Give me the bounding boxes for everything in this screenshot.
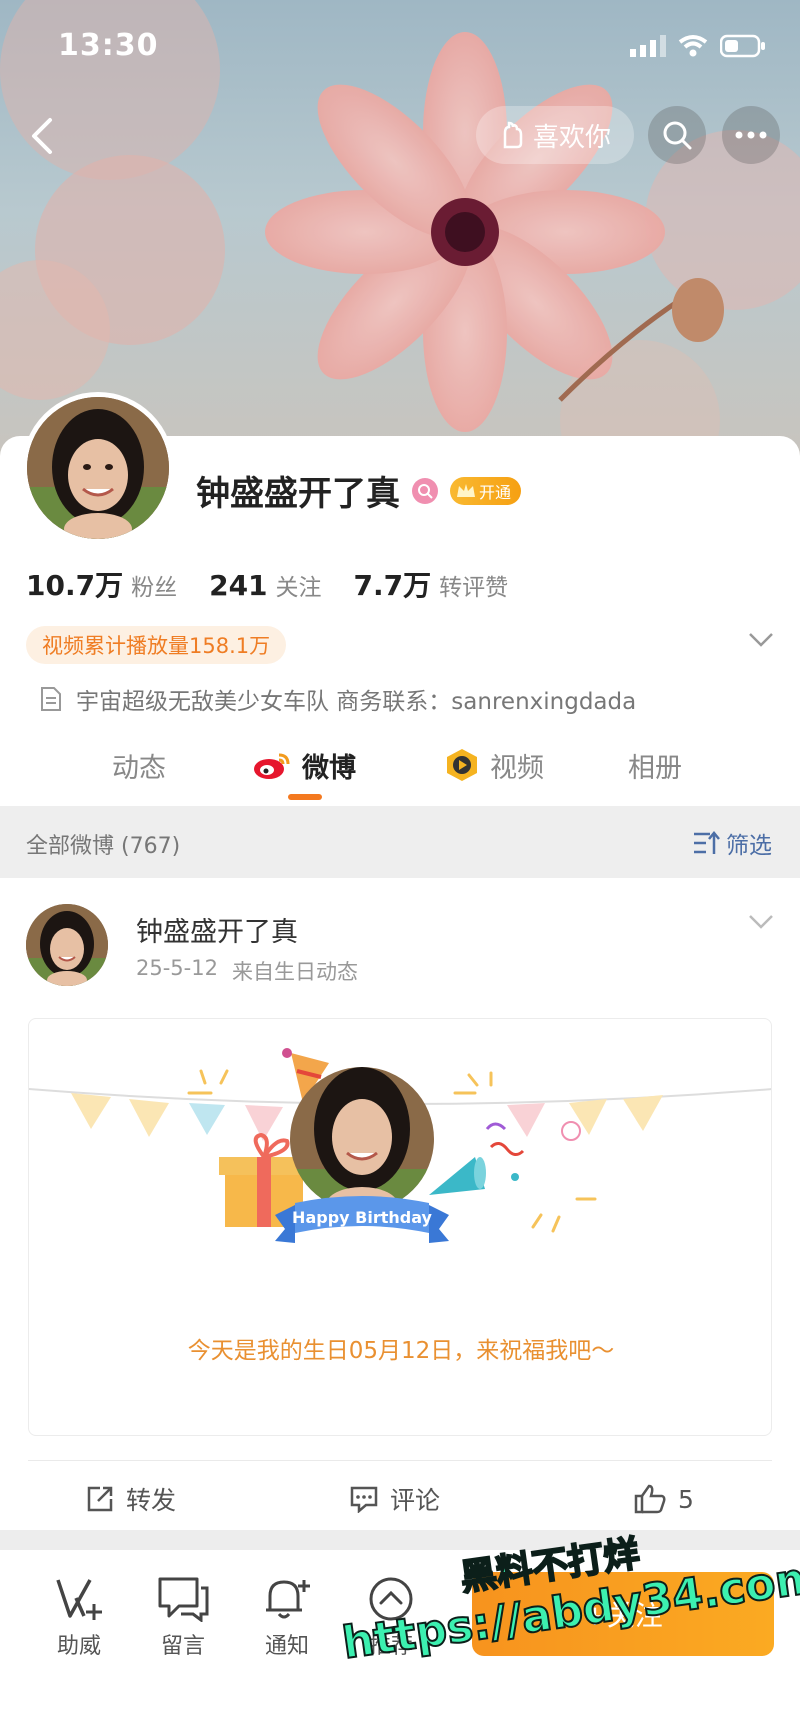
crown-icon — [457, 483, 475, 497]
cheer-v-plus-icon — [56, 1579, 102, 1620]
birthday-card[interactable]: Happy Birthday 今天是我的生日05月12日，来祝福我吧～ — [28, 1018, 772, 1436]
repost-label: 转发 — [126, 1486, 177, 1515]
post-source: 来自生日动态 — [231, 960, 358, 984]
follow-button[interactable]: +关注 — [472, 1572, 774, 1656]
tab-label: 相册 — [628, 752, 682, 784]
filter-button[interactable]: 筛选 — [692, 826, 772, 860]
divider — [28, 1460, 772, 1461]
tab-video[interactable]: 视频 — [444, 738, 544, 792]
filter-icon — [694, 831, 720, 854]
profile-name-row: 钟盛盛开了真 开通 — [196, 466, 522, 515]
cheer-label: 助威 — [56, 1634, 101, 1659]
post-menu-button[interactable] — [748, 914, 774, 934]
weibo-count: 全部微博 (767) — [26, 834, 181, 859]
weibo-post: 钟盛盛开了真 25-5-12 来自生日动态 Happy Birthday 今天是… — [0, 878, 800, 1530]
wifi-icon — [678, 35, 708, 57]
filter-bar: 全部微博 (767) 筛选 — [0, 806, 800, 878]
stat-followers[interactable]: 10.7万 粉丝 — [26, 564, 177, 604]
video-play-icon — [447, 749, 477, 781]
chevron-down-icon — [749, 633, 773, 647]
filter-label: 筛选 — [726, 833, 772, 859]
bell-plus-icon — [266, 1580, 310, 1619]
open-vip-label: 开通 — [479, 482, 512, 502]
status-icons — [630, 34, 766, 58]
open-vip-badge[interactable]: 开通 — [450, 476, 522, 505]
birthday-message: 今天是我的生日05月12日，来祝福我吧～ — [187, 1338, 615, 1364]
message-board-button[interactable]: 留言 — [138, 1576, 228, 1660]
signal-icon — [630, 35, 666, 57]
weibo-logo-icon — [254, 753, 290, 779]
status-time: 13:30 — [58, 28, 159, 63]
post-author-name[interactable]: 钟盛盛开了真 — [136, 910, 298, 949]
tab-label: 微博 — [302, 752, 356, 784]
battery-icon — [720, 34, 765, 58]
tab-weibo[interactable]: 微博 — [252, 738, 356, 792]
section-separator — [0, 1530, 800, 1550]
hand-heart-icon — [503, 121, 523, 149]
active-tab-indicator — [288, 794, 322, 800]
post-date: 25-5-12 — [136, 956, 218, 980]
chevron-left-icon — [32, 118, 52, 154]
cheer-button[interactable]: 助威 — [34, 1576, 124, 1660]
chevron-down-icon — [749, 915, 773, 929]
notify-label: 通知 — [264, 1634, 309, 1659]
avatar-photo — [27, 397, 169, 539]
stat-label: 关注 — [275, 575, 322, 601]
chevron-up-circle-icon — [369, 1577, 413, 1621]
avatar-photo — [26, 904, 108, 986]
message-label: 留言 — [160, 1634, 205, 1659]
repost-icon — [87, 1486, 113, 1512]
like-you-label: 喜欢你 — [532, 122, 611, 153]
message-icon — [158, 1577, 209, 1622]
stat-value: 241 — [209, 569, 268, 602]
comment-button[interactable]: 评论 — [350, 1464, 440, 1534]
repost-button[interactable]: 转发 — [86, 1464, 176, 1534]
comment-label: 评论 — [390, 1486, 441, 1515]
like-button[interactable]: 5 — [634, 1464, 694, 1534]
tab-album[interactable]: 相册 — [628, 738, 682, 792]
stat-label: 粉丝 — [131, 575, 178, 601]
notify-button[interactable]: 通知 — [242, 1576, 332, 1660]
tab-label: 视频 — [490, 752, 544, 784]
expand-profile-button[interactable] — [748, 632, 774, 652]
stat-value: 7.7万 — [353, 569, 432, 602]
birthday-illustration: Happy Birthday — [29, 1048, 771, 1243]
bottom-action-bar: 助威 留言 通知 推荐 +关注 — [0, 1550, 800, 1733]
like-you-button[interactable]: 喜欢你 — [476, 106, 634, 164]
back-button[interactable] — [18, 112, 66, 160]
post-meta: 25-5-12 来自生日动态 — [136, 956, 358, 986]
thumbs-up-icon — [634, 1484, 666, 1514]
stat-interactions[interactable]: 7.7万 转评赞 — [354, 564, 509, 604]
profile-tabs: 动态 微博 视频 相册 — [0, 738, 800, 800]
more-dots-icon — [735, 131, 767, 139]
happy-birthday-banner: Happy Birthday — [292, 1208, 432, 1227]
search-button[interactable] — [648, 106, 706, 164]
document-icon — [41, 687, 61, 711]
post-author-avatar[interactable] — [26, 904, 108, 986]
search-icon — [663, 121, 692, 150]
bio-text: 宇宙超级无敌美少女车队 商务联系：sanrenxingdada — [76, 689, 637, 715]
comment-icon — [350, 1486, 378, 1513]
profile-avatar[interactable] — [22, 392, 174, 544]
more-button[interactable] — [722, 106, 780, 164]
post-actions: 转发 评论 5 — [0, 1464, 800, 1534]
status-bar: 13:30 — [0, 0, 800, 96]
profile-bio: 宇宙超级无敌美少女车队 商务联系：sanrenxingdada — [40, 682, 636, 716]
video-play-count-tag[interactable]: 视频累计播放量158.1万 — [26, 626, 287, 664]
profile-stats: 10.7万 粉丝 241 关注 7.7万 转评赞 — [26, 564, 508, 604]
like-count: 5 — [678, 1484, 694, 1514]
stat-value: 10.7万 — [26, 569, 124, 602]
recommend-button[interactable]: 推荐 — [346, 1576, 436, 1660]
recommend-label: 推荐 — [368, 1634, 413, 1659]
tab-activity[interactable]: 动态 — [112, 738, 166, 792]
stat-label: 转评赞 — [439, 575, 509, 601]
tab-label: 动态 — [112, 752, 166, 784]
stat-following[interactable]: 241 关注 — [209, 568, 321, 602]
member-icon[interactable] — [412, 477, 438, 504]
profile-name: 钟盛盛开了真 — [196, 474, 400, 514]
